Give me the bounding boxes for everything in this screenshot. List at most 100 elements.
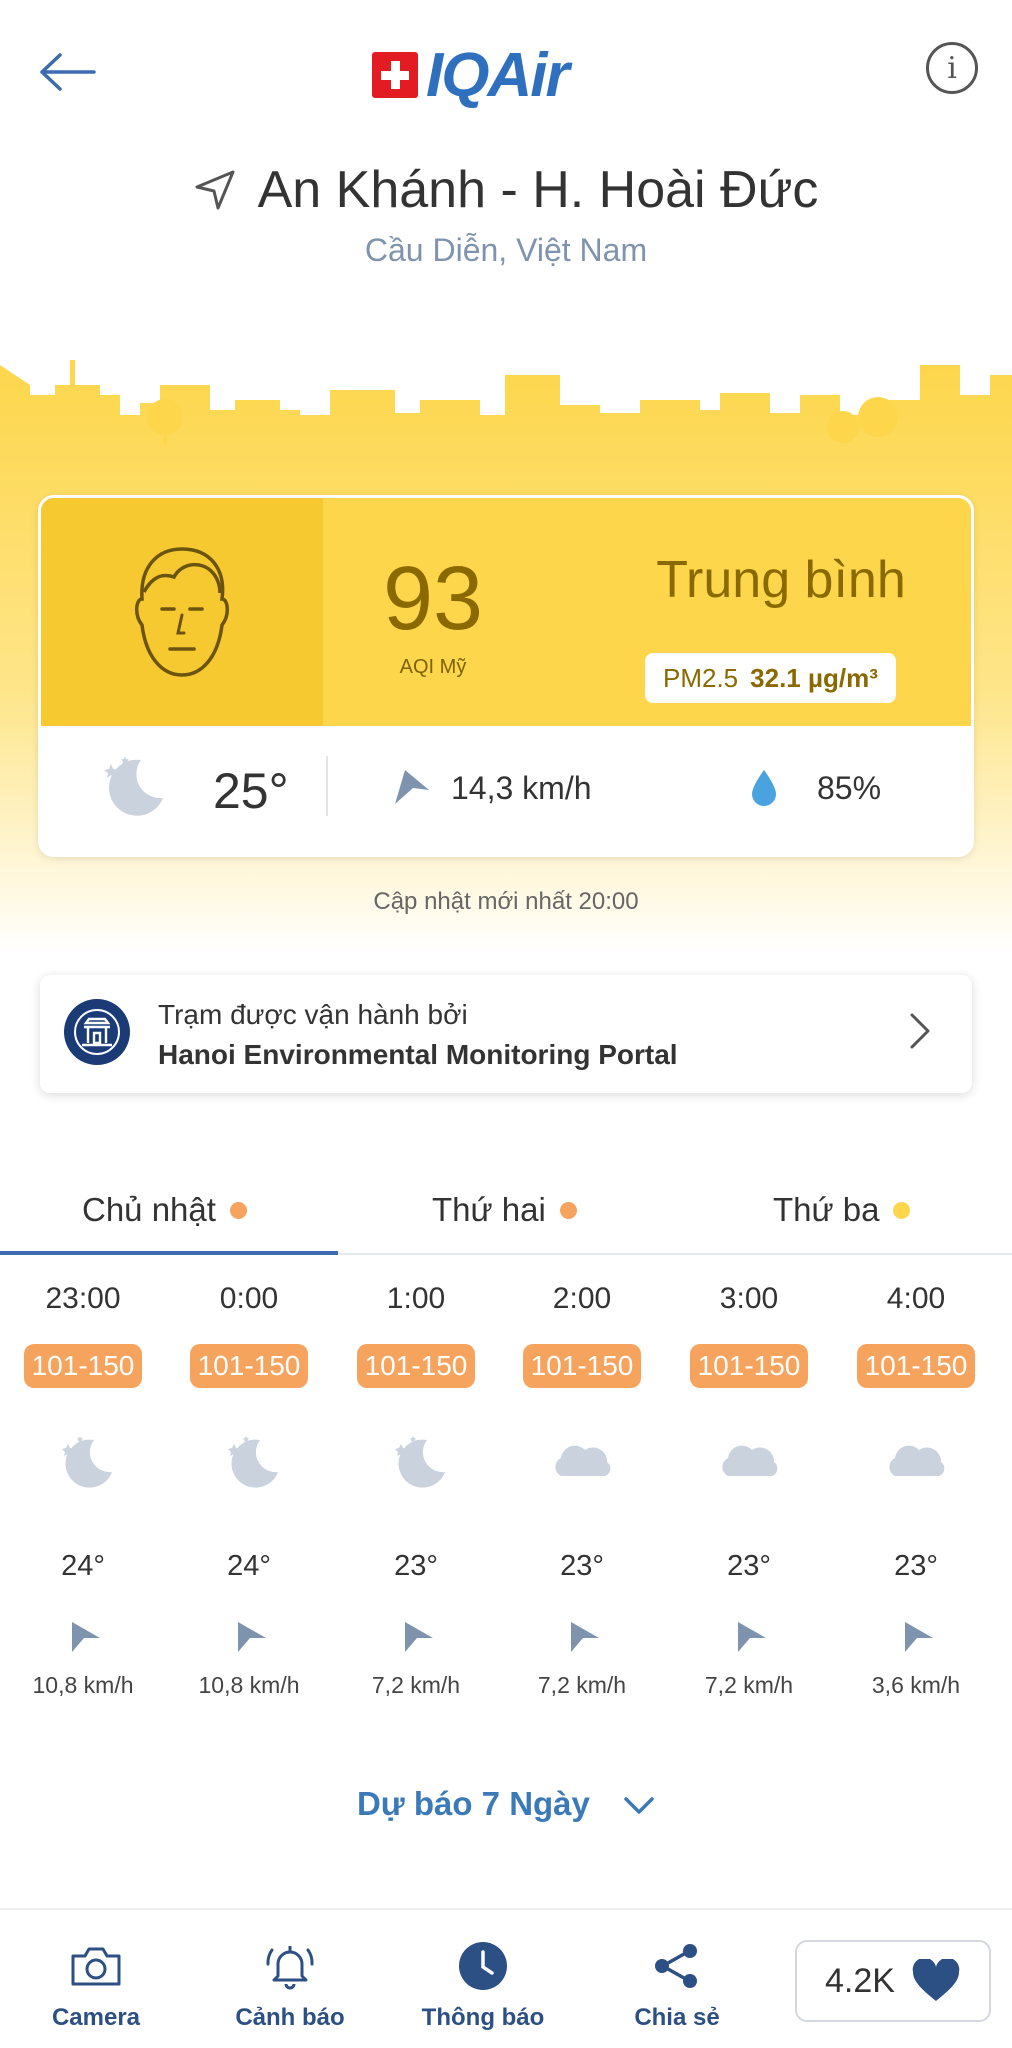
clock-icon	[459, 1942, 507, 1990]
like-count: 4.2K	[825, 1961, 895, 2000]
aqi-range-badge: 101-150	[190, 1344, 308, 1388]
aqi-value: 93	[382, 549, 484, 649]
navigation-arrow-icon	[195, 170, 235, 210]
tab-monday[interactable]: Thứ hai	[432, 1185, 577, 1235]
wind-direction-icon	[72, 1622, 100, 1652]
aqi-card: 93 AQI Mỹ Trung bình PM2.5 32.1 µg/m³ 25…	[38, 495, 974, 857]
location-header: An Khánh - H. Hoài Đức Cầu Diễn, Việt Na…	[0, 160, 1012, 269]
moon-icon	[395, 1436, 445, 1488]
pollutant-value: 32.1 µg/m³	[750, 662, 878, 693]
aqi-range-badge: 101-150	[857, 1344, 975, 1388]
weather-row: 25° 14,3 km/h 85%	[41, 726, 971, 854]
wind-direction-icon	[395, 770, 429, 804]
tab-label: Thứ ba	[773, 1191, 880, 1228]
moon-icon	[228, 1436, 278, 1488]
moon-icon	[62, 1436, 112, 1488]
arrow-left-icon	[40, 53, 96, 91]
wind-speed: 14,3 km/h	[451, 770, 592, 806]
forecast-item: 3:00 101-150 23° 7,2 km/h	[666, 1280, 832, 1710]
logo-text: IQAir	[426, 40, 570, 110]
forecast-temp: 23°	[727, 1550, 771, 1582]
heart-icon	[912, 1959, 960, 2001]
wind-direction-icon	[905, 1622, 933, 1652]
wind-direction-icon	[238, 1622, 266, 1652]
nav-label: Chia sẻ	[634, 2004, 720, 2031]
pollutant-badge: PM2.5 32.1 µg/m³	[645, 653, 896, 703]
wind-direction-icon	[738, 1622, 766, 1652]
station-name: Hanoi Environmental Monitoring Portal	[158, 1039, 678, 1070]
bottom-nav: Camera Cảnh báo Thông báo Chia sẻ 4.2K	[0, 1908, 1012, 2048]
forecast-temp: 23°	[894, 1550, 938, 1582]
seven-day-label: Dự báo 7 Ngày	[356, 1785, 590, 1822]
forecast-time: 23:00	[45, 1282, 121, 1315]
aqi-range-badge: 101-150	[24, 1344, 142, 1388]
forecast-time: 3:00	[719, 1282, 779, 1315]
forecast-temp: 23°	[394, 1550, 438, 1582]
forecast-item: 0:00 101-150 24° 10,8 km/h	[166, 1280, 332, 1710]
active-tab-indicator	[0, 1251, 338, 1255]
nav-label: Cảnh báo	[235, 2004, 345, 2031]
back-button[interactable]	[38, 42, 98, 102]
cloud-icon	[889, 1445, 945, 1476]
forecast-time: 0:00	[219, 1282, 279, 1315]
aqi-dot-icon	[893, 1201, 911, 1219]
tab-tuesday[interactable]: Thứ ba	[773, 1185, 911, 1235]
wind-direction-icon	[405, 1622, 433, 1652]
cloud-icon	[555, 1445, 611, 1476]
seven-day-forecast-button[interactable]: Dự báo 7 Ngày	[0, 1785, 1012, 1823]
nav-share[interactable]: Chia sẻ	[597, 1938, 757, 2032]
forecast-item: 23:00 101-150 24° 10,8 km/h	[0, 1280, 166, 1710]
forecast-wind: 7,2 km/h	[704, 1672, 794, 1698]
forecast-item: 4:00 101-150 23° 3,6 km/h	[833, 1280, 999, 1710]
forecast-wind: 7,2 km/h	[537, 1672, 627, 1698]
divider	[326, 756, 328, 816]
nav-label: Thông báo	[421, 2004, 545, 2031]
forecast-temp: 24°	[61, 1550, 105, 1582]
forecast-time: 2:00	[552, 1282, 612, 1315]
tab-label: Thứ hai	[432, 1191, 546, 1228]
humidity: 85%	[817, 770, 882, 806]
moon-icon	[104, 756, 163, 816]
hourly-forecast: 23:00 101-150 24° 10,8 km/h 0:00 101-150…	[0, 1280, 1012, 1710]
info-button[interactable]: i	[926, 42, 978, 94]
temperature: 25°	[213, 763, 289, 819]
forecast-temp: 24°	[227, 1550, 271, 1582]
last-updated: Cập nhật mới nhất 20:00	[373, 888, 639, 915]
station-operated-by: Trạm được vận hành bởi	[158, 999, 468, 1030]
station-card[interactable]: Trạm được vận hành bởi Hanoi Environment…	[40, 975, 972, 1093]
aqi-dot-icon	[229, 1201, 247, 1219]
face-indicator	[41, 498, 323, 726]
chevron-down-icon	[624, 1797, 654, 1815]
pollutant-name: PM2.5	[663, 662, 739, 693]
nav-camera[interactable]: Camera	[16, 1938, 176, 2032]
nav-alerts[interactable]: Cảnh báo	[210, 1938, 370, 2032]
tab-sunday[interactable]: Chủ nhật	[82, 1185, 247, 1235]
chevron-right-icon	[910, 1013, 930, 1049]
like-button[interactable]: 4.2K	[795, 1940, 991, 2022]
top-bar: IQAir i	[0, 0, 1012, 150]
forecast-wind: 10,8 km/h	[198, 1672, 300, 1698]
iqair-logo: IQAir	[372, 40, 570, 110]
forecast-wind: 3,6 km/h	[871, 1672, 961, 1698]
aqi-summary: 93 AQI Mỹ Trung bình PM2.5 32.1 µg/m³	[41, 498, 971, 726]
aqi-range-badge: 101-150	[357, 1344, 475, 1388]
cloud-icon	[722, 1445, 778, 1476]
face-icon	[135, 547, 229, 677]
location-title: An Khánh - H. Hoài Đức	[257, 161, 819, 219]
forecast-item: 2:00 101-150 23° 7,2 km/h	[499, 1280, 665, 1710]
swiss-flag-icon	[372, 52, 418, 98]
station-logo-icon	[64, 999, 130, 1065]
aqi-label: AQI Mỹ	[399, 656, 467, 678]
aqi-status: Trung bình	[656, 551, 906, 609]
info-icon: i	[947, 50, 957, 86]
location-subtitle: Cầu Diễn, Việt Nam	[364, 232, 648, 268]
forecast-temp: 23°	[560, 1550, 604, 1582]
aqi-range-badge: 101-150	[523, 1344, 641, 1388]
wind-direction-icon	[571, 1622, 599, 1652]
forecast-time: 4:00	[886, 1282, 946, 1315]
forecast-wind: 10,8 km/h	[32, 1672, 134, 1698]
forecast-wind: 7,2 km/h	[371, 1672, 461, 1698]
tab-label: Chủ nhật	[82, 1191, 216, 1228]
share-icon	[655, 1944, 697, 1988]
nav-notifications[interactable]: Thông báo	[403, 1938, 563, 2032]
